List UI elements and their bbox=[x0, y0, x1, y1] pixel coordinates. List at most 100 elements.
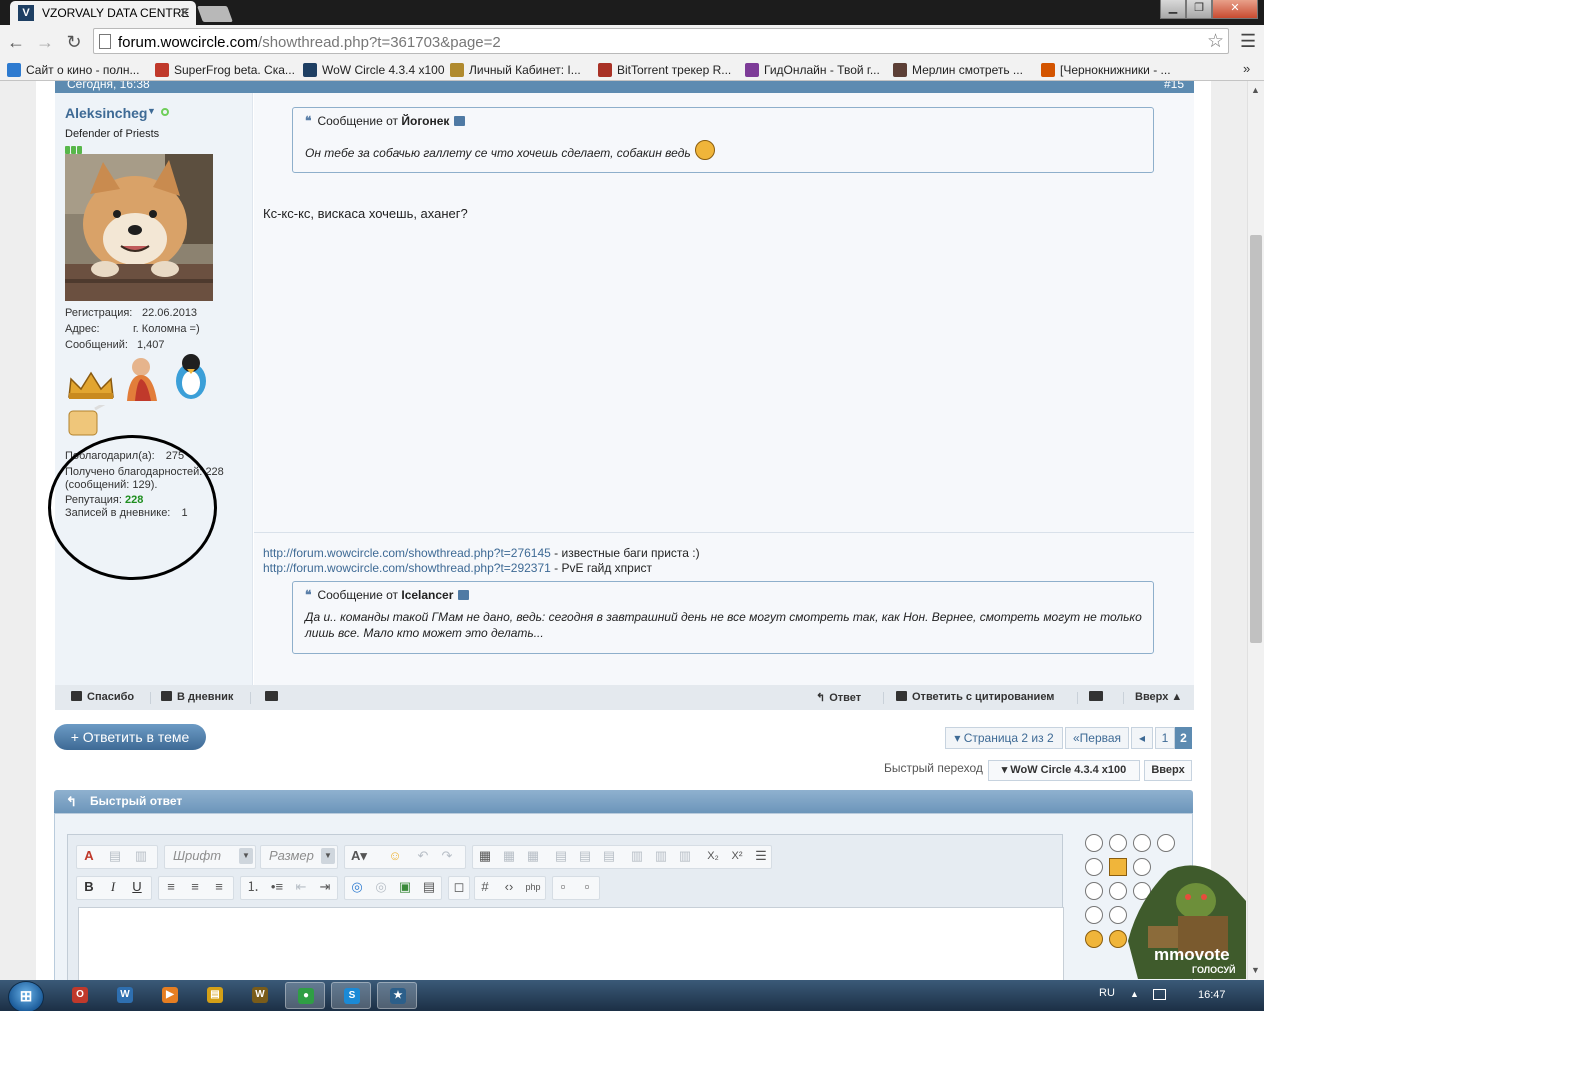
new-tab-button[interactable] bbox=[197, 6, 233, 22]
smiley-icon[interactable] bbox=[1157, 834, 1175, 852]
bold-icon[interactable]: B bbox=[79, 877, 99, 897]
tab-close-icon[interactable]: ✕ bbox=[179, 5, 190, 21]
insert-col-right-icon[interactable]: ▥ bbox=[651, 846, 671, 866]
image-icon[interactable]: ▣ bbox=[395, 877, 415, 897]
unordered-list-icon[interactable]: •≡ bbox=[267, 877, 287, 897]
superscript-icon[interactable]: X² bbox=[727, 846, 747, 866]
bookmark-item[interactable]: BitTorrent трекер R... bbox=[598, 61, 731, 79]
bookmarks-overflow-button[interactable]: » bbox=[1243, 61, 1250, 76]
outdent-icon[interactable]: ⇤ bbox=[291, 877, 311, 897]
page-1-link[interactable]: 1 bbox=[1155, 727, 1175, 749]
reply-button[interactable]: ↰ Ответ bbox=[816, 691, 861, 704]
taskbar-clock[interactable]: 16:47 bbox=[1198, 989, 1226, 1001]
align-center-icon[interactable]: ≡ bbox=[185, 877, 205, 897]
reload-icon[interactable]: ↻ bbox=[63, 31, 85, 53]
insert-row-below-icon[interactable]: ▤ bbox=[575, 846, 595, 866]
url-text[interactable]: forum.wowcircle.com/showthread.php?t=361… bbox=[118, 34, 501, 51]
username-link[interactable]: Aleksincheg bbox=[65, 105, 147, 121]
ordered-list-icon[interactable]: ⒈ bbox=[243, 877, 263, 897]
php-icon[interactable]: php bbox=[523, 877, 543, 897]
quote-insert-icon[interactable]: ◻ bbox=[449, 877, 469, 897]
indent-icon[interactable]: ⇥ bbox=[315, 877, 335, 897]
text-color-icon[interactable]: A▾ bbox=[349, 846, 369, 866]
remove-format-icon[interactable]: A bbox=[79, 846, 99, 866]
video-icon[interactable]: ▤ bbox=[419, 877, 439, 897]
first-page-link[interactable]: «Первая bbox=[1065, 727, 1129, 749]
language-indicator[interactable]: RU bbox=[1099, 987, 1115, 999]
size-select[interactable]: Размер ▼ bbox=[263, 846, 337, 866]
minimize-button[interactable]: ▁ bbox=[1160, 0, 1186, 19]
thanks-button[interactable]: Спасибо bbox=[71, 691, 134, 703]
penguin-award-icon[interactable] bbox=[171, 353, 211, 401]
smiley-icon[interactable] bbox=[1133, 834, 1151, 852]
font-select[interactable]: Шрифт ▼ bbox=[167, 846, 255, 866]
bookmark-item[interactable]: [Чернокнижники - ... bbox=[1041, 61, 1171, 79]
taskbar-app[interactable]: S bbox=[331, 982, 371, 1009]
bookmark-item[interactable]: Мерлин смотреть ... bbox=[893, 61, 1023, 79]
quick-jump-top-button[interactable]: Вверх bbox=[1144, 760, 1192, 781]
align-left-icon[interactable]: ≡ bbox=[161, 877, 181, 897]
redo-icon[interactable]: ↷ bbox=[437, 846, 457, 866]
user-menu-arrow-icon[interactable]: ▼ bbox=[147, 106, 156, 116]
insert-col-left-icon[interactable]: ▥ bbox=[627, 846, 647, 866]
scroll-up-arrow-icon[interactable]: ▲ bbox=[1251, 85, 1260, 95]
italic-icon[interactable]: I bbox=[103, 877, 123, 897]
handshake-button[interactable] bbox=[265, 691, 283, 703]
smiley-icon[interactable] bbox=[1109, 834, 1127, 852]
taskbar-app[interactable]: ▶ bbox=[150, 982, 190, 1009]
browser-tab-active[interactable]: V VZORVALY DATA CENTRE ✕ bbox=[10, 1, 196, 25]
view-post-icon[interactable] bbox=[454, 116, 466, 126]
message-textarea[interactable] bbox=[78, 907, 1064, 980]
signature-link-2[interactable]: http://forum.wowcircle.com/showthread.ph… bbox=[263, 561, 551, 575]
paste-icon[interactable]: ▥ bbox=[131, 846, 151, 866]
editor-resize-up-icon[interactable]: ▫ bbox=[577, 877, 597, 897]
undo-icon[interactable]: ↶ bbox=[413, 846, 433, 866]
hashtag-icon[interactable]: # bbox=[475, 877, 495, 897]
underline-icon[interactable]: U bbox=[127, 877, 147, 897]
scroll-award-icon[interactable] bbox=[65, 405, 115, 439]
bookmark-item[interactable]: WoW Circle 4.3.4 x100 bbox=[303, 61, 445, 79]
subscript-icon[interactable]: X₂ bbox=[703, 846, 723, 866]
quick-jump-select[interactable]: ▾ WoW Circle 4.3.4 x100 bbox=[988, 760, 1140, 781]
page-count-dropdown[interactable]: ▾ Страница 2 из 2 bbox=[945, 727, 1063, 749]
tray-expand-icon[interactable]: ▲ bbox=[1130, 989, 1139, 999]
signature-link-1[interactable]: http://forum.wowcircle.com/showthread.ph… bbox=[263, 546, 551, 560]
network-icon[interactable] bbox=[1153, 989, 1166, 1000]
scrollbar-thumb[interactable] bbox=[1250, 235, 1262, 643]
diary-button[interactable]: В дневник bbox=[161, 691, 233, 703]
user-avatar[interactable] bbox=[65, 154, 213, 301]
bookmark-star-icon[interactable]: ☆ bbox=[1207, 30, 1224, 53]
smiley-icon[interactable] bbox=[1085, 858, 1103, 876]
table-icon[interactable]: ▦ bbox=[475, 846, 495, 866]
smiley-icon[interactable] bbox=[1085, 930, 1103, 948]
bookmark-item[interactable]: Личный Кабинет: I... bbox=[450, 61, 581, 79]
cut-icon[interactable]: ▤ bbox=[105, 846, 125, 866]
code-icon[interactable]: ‹› bbox=[499, 877, 519, 897]
unlink-icon[interactable]: ◎ bbox=[371, 877, 391, 897]
bookmark-item[interactable]: ГидОнлайн - Твой г... bbox=[745, 61, 880, 79]
insert-row-above-icon[interactable]: ▤ bbox=[551, 846, 571, 866]
mmovote-widget[interactable]: mmovote ГОЛОСУЙ bbox=[1108, 861, 1248, 980]
bookmark-item[interactable]: SuperFrog beta. Ска... bbox=[155, 61, 295, 79]
forward-arrow-icon[interactable]: → bbox=[34, 31, 56, 53]
address-bar[interactable]: forum.wowcircle.com/showthread.php?t=361… bbox=[93, 28, 1229, 54]
back-arrow-icon[interactable]: ← bbox=[5, 31, 27, 53]
editor-resize-down-icon[interactable]: ▫ bbox=[553, 877, 573, 897]
taskbar-app[interactable]: ★ bbox=[377, 982, 417, 1009]
chrome-menu-icon[interactable]: ☰ bbox=[1240, 31, 1256, 52]
page-scrollbar[interactable]: ▲ ▼ bbox=[1247, 81, 1264, 980]
crown-award-icon[interactable] bbox=[67, 371, 115, 401]
taskbar-app[interactable]: O bbox=[60, 982, 100, 1009]
post-number[interactable]: #15 bbox=[1164, 81, 1184, 91]
view-post-icon[interactable] bbox=[458, 590, 470, 600]
taskbar-app[interactable]: W bbox=[240, 982, 280, 1009]
link-icon[interactable]: ◎ bbox=[347, 877, 367, 897]
taskbar-app[interactable]: ▤ bbox=[195, 982, 235, 1009]
table-delete-icon[interactable]: ▦ bbox=[523, 846, 543, 866]
delete-row-icon[interactable]: ▤ bbox=[599, 846, 619, 866]
smiley-icon[interactable] bbox=[1085, 882, 1103, 900]
start-button[interactable]: ⊞ bbox=[8, 981, 44, 1011]
maximize-button[interactable]: ❐ bbox=[1186, 0, 1212, 19]
window-close-button[interactable]: ✕ bbox=[1212, 0, 1258, 19]
table-row-icon[interactable]: ▦ bbox=[499, 846, 519, 866]
